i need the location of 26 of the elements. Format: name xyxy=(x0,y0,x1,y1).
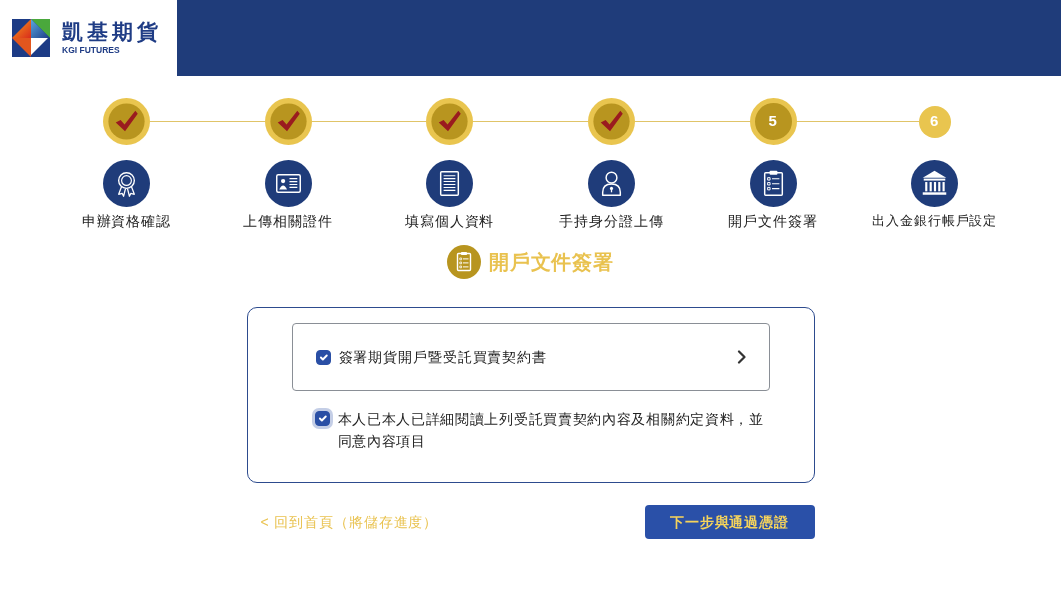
award-icon xyxy=(102,160,150,207)
checkbox[interactable] xyxy=(314,411,330,426)
document-label: 簽署期貨開戶暨受託買賣契約書 xyxy=(338,348,549,367)
next-step-button[interactable]: 下一步與通過憑證 xyxy=(644,505,815,539)
clipboard-icon xyxy=(447,245,482,279)
id-card-icon xyxy=(264,160,312,207)
step-label: 出入金銀行帳戶設定 xyxy=(872,213,998,230)
document-icon xyxy=(426,160,474,207)
clipboard-icon xyxy=(749,160,797,207)
step-number: 5 xyxy=(749,98,797,145)
logo-title: 凱基期貨 xyxy=(62,20,162,44)
step-label: 申辦資格確認 xyxy=(81,212,172,231)
step-number: 6 xyxy=(918,105,951,138)
checkbox[interactable] xyxy=(315,349,331,365)
chevron-right-icon xyxy=(736,350,747,364)
step-label: 開戶文件簽署 xyxy=(728,212,818,231)
bank-icon xyxy=(911,160,959,207)
step-label: 手持身分證上傳 xyxy=(559,212,664,231)
step-label: 填寫個人資料 xyxy=(404,212,495,231)
person-icon xyxy=(587,160,635,207)
agreement-text: 本人已本人已詳細閱讀上列受託買賣契約內容及相關約定資料，並同意內容項目 xyxy=(337,410,765,451)
logo-subtitle: KGI FUTURES xyxy=(62,44,121,56)
document-item[interactable]: 簽署期貨開戶暨受託買賣契約書 xyxy=(291,323,770,391)
step-label: 上傳相關證件 xyxy=(243,212,333,231)
logo-icon xyxy=(12,19,50,57)
section-title: 開戶文件簽署 xyxy=(489,250,614,275)
